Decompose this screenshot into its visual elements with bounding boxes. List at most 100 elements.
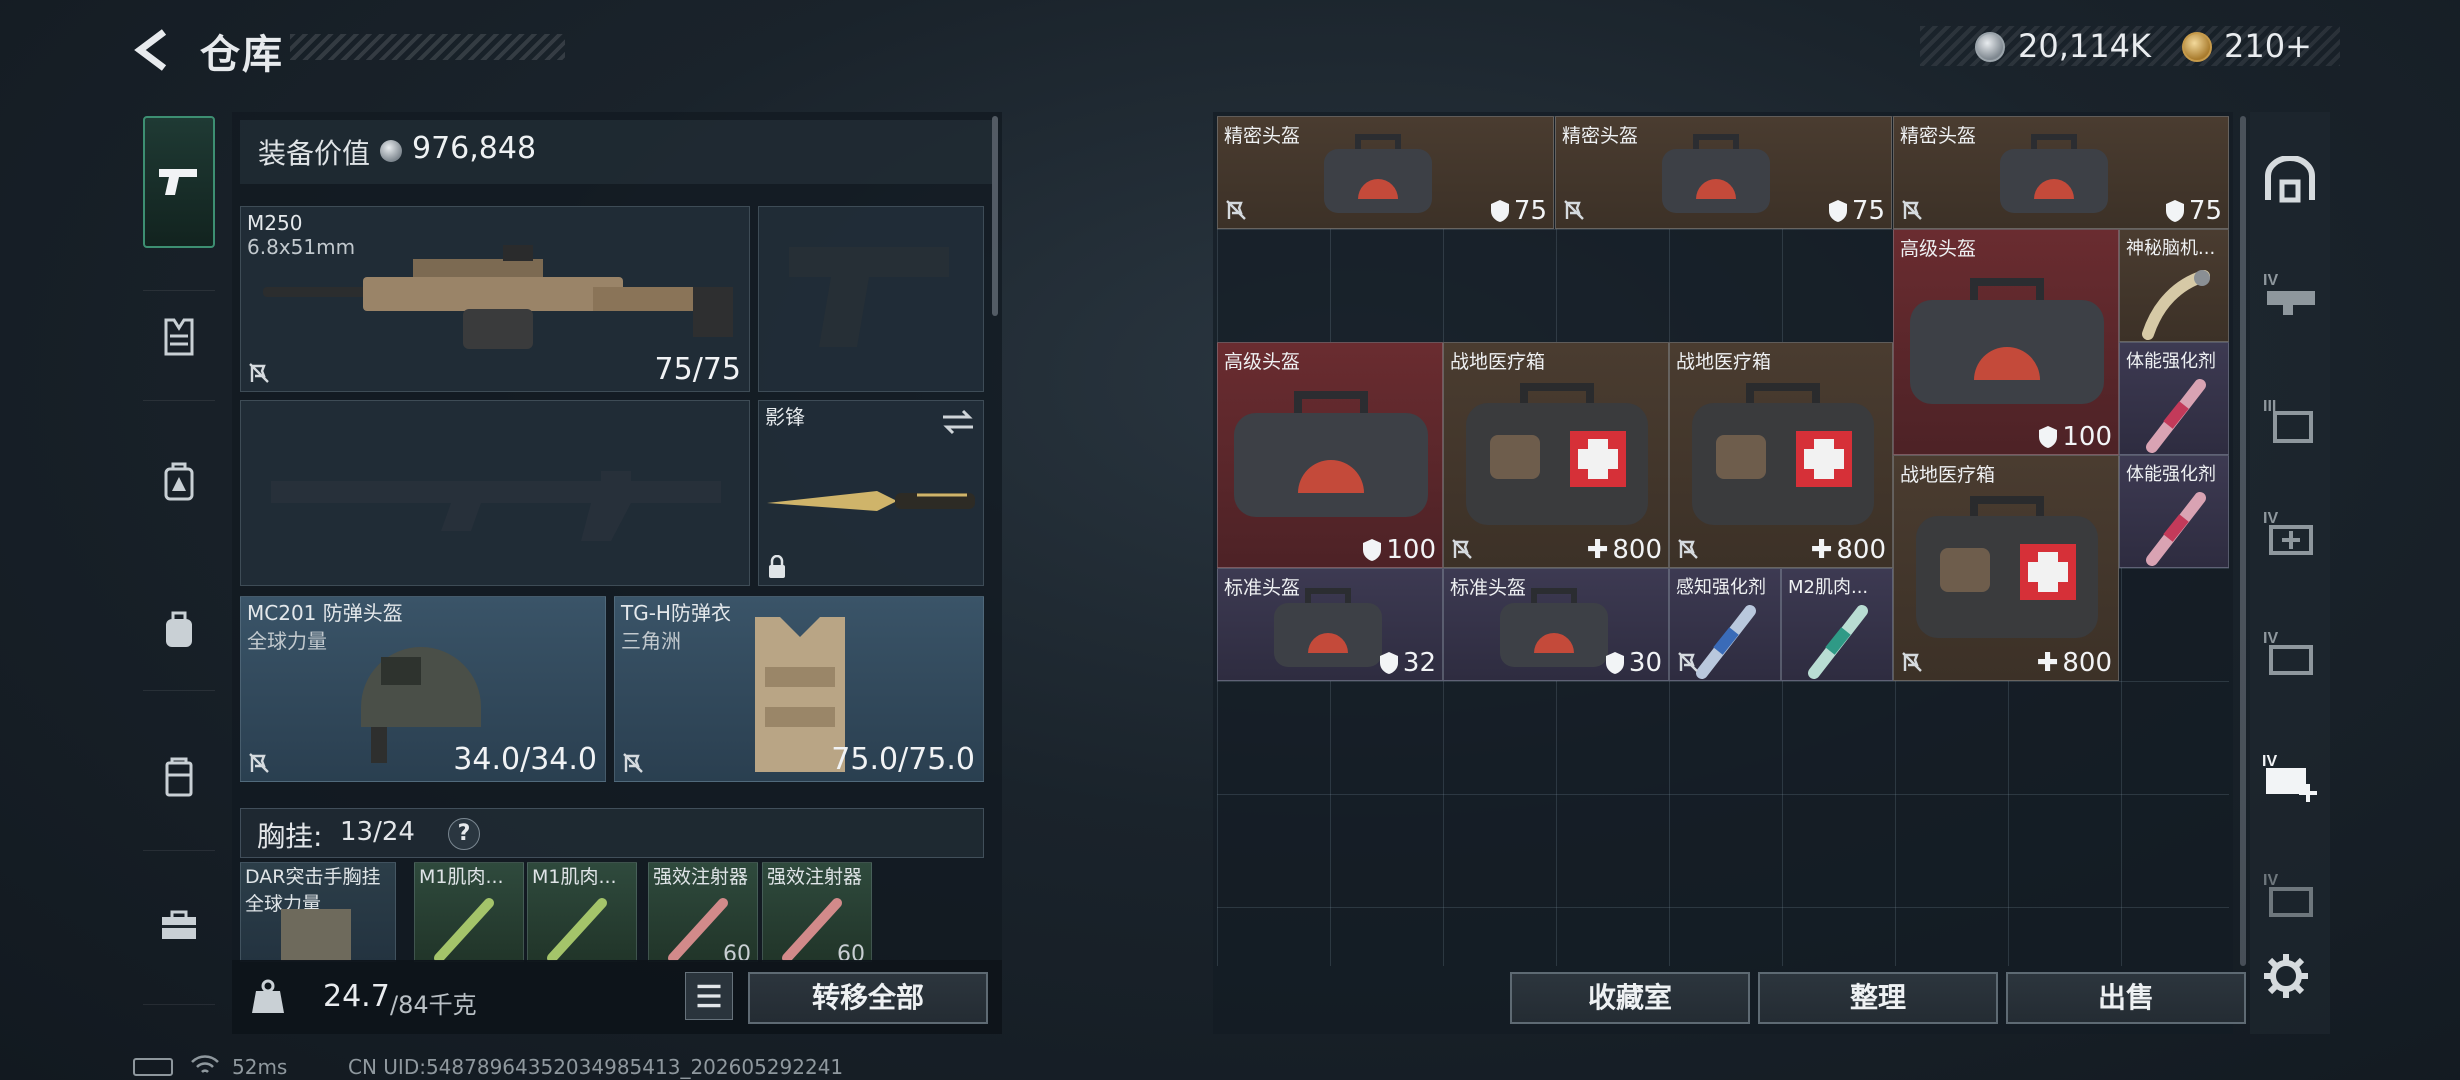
stash-tab-medical[interactable]: IV	[2258, 500, 2322, 564]
iv-heal-icon: IV	[2263, 510, 2313, 555]
stash-item[interactable]: 高级头盔 100	[1217, 342, 1443, 568]
stash-item[interactable]: M2肌肉...	[1781, 568, 1893, 681]
nav-divider	[143, 290, 215, 291]
back-arrow-icon[interactable]	[130, 26, 178, 74]
gold-currency-amount[interactable]: 210+	[2224, 27, 2312, 65]
armor-durability: 75.0/75.0	[831, 742, 975, 777]
stash-item-value: 75	[1490, 196, 1547, 226]
vault-button[interactable]: 收藏室	[1510, 972, 1750, 1024]
nav-chest-rig[interactable]	[143, 296, 215, 378]
medkit-icon	[1692, 383, 1874, 525]
stash-item[interactable]: 战地医疗箱 ✚ 800	[1443, 342, 1669, 568]
stash-item[interactable]: 高级头盔 100	[1893, 229, 2119, 455]
primary-weapon-durability: 75/75	[654, 352, 741, 387]
nav-toolbox[interactable]	[143, 884, 215, 966]
armor-pack-icon	[164, 462, 194, 501]
backpack-icon	[166, 611, 192, 647]
no-insure-icon	[1678, 539, 1698, 559]
stash-item-name: 战地医疗箱	[1676, 351, 1772, 373]
sell-button[interactable]: 出售	[2006, 972, 2246, 1024]
no-insure-icon	[1452, 539, 1472, 559]
swap-icon[interactable]	[941, 409, 975, 435]
stash-tab-ammo[interactable]: IV	[2258, 620, 2322, 684]
chest-item[interactable]: M1肌肉...	[414, 862, 524, 962]
chest-rig-item[interactable]: DAR突击手胸挂 全球力量	[240, 862, 396, 962]
stash-tab-weapons[interactable]: IV	[2258, 262, 2322, 326]
nav-armor[interactable]	[143, 440, 215, 522]
chest-item-count: 60	[837, 942, 865, 962]
stash-item[interactable]: 感知强化剂	[1669, 568, 1781, 681]
stash-item[interactable]: 体能强化剂	[2119, 455, 2229, 568]
shield-icon	[2039, 426, 2058, 448]
helmet-durability: 34.0/34.0	[453, 742, 597, 777]
plus-icon: ✚	[1586, 535, 1609, 565]
syringe-icon	[547, 898, 607, 961]
stash-item[interactable]: 体能强化剂	[2119, 342, 2229, 455]
gear-icon[interactable]	[2262, 952, 2310, 1000]
silver-currency-amount[interactable]: 20,114K	[2018, 27, 2151, 65]
shield-icon	[2165, 200, 2184, 222]
no-insure-icon	[623, 753, 643, 773]
helmet-slot[interactable]: MC201 防弹头盔 全球力量 34.0/34.0	[240, 596, 606, 782]
injector-icon	[1808, 605, 1868, 679]
loadout-scrollbar[interactable]	[992, 116, 998, 316]
chest-item[interactable]: 强效注射器 60	[762, 862, 872, 962]
armor-name: TG-H防弹衣	[621, 601, 731, 625]
melee-slot[interactable]: 影锋	[758, 400, 984, 586]
helmet-case-icon	[1324, 134, 1432, 213]
pistol-slot[interactable]	[758, 206, 984, 392]
help-icon[interactable]: ?	[448, 818, 480, 850]
safebox-icon	[165, 757, 193, 797]
stash-item-name: 高级头盔	[1224, 351, 1301, 373]
sort-button[interactable]: 整理	[1758, 972, 1998, 1024]
stash-item-name: 精密头盔	[1562, 125, 1639, 147]
equip-value-label: 装备价值	[258, 137, 371, 170]
chest-item[interactable]: 强效注射器 60	[648, 862, 758, 962]
chest-item[interactable]: M1肌肉...	[527, 862, 637, 962]
weight-icon	[252, 979, 284, 1013]
no-insure-icon	[249, 753, 269, 773]
stash-item[interactable]: 神秘脑机...	[2119, 229, 2229, 342]
stash-scrollbar[interactable]	[2240, 116, 2246, 966]
stash-item-name: 体能强化剂	[2126, 351, 2216, 372]
nav-weapons[interactable]	[143, 116, 215, 248]
transfer-all-button[interactable]: 转移全部	[748, 972, 988, 1024]
equip-value-amount: 976,848	[412, 131, 537, 166]
chest-rig-icon	[281, 909, 351, 961]
stash-tab-misc[interactable]: IV	[2258, 862, 2322, 926]
stash-tab-main[interactable]	[2258, 148, 2322, 212]
stash-item-value: ✚ 800	[2036, 648, 2112, 678]
machine-gun-icon	[263, 245, 733, 349]
stash-item[interactable]: 精密头盔 75	[1555, 116, 1892, 229]
svg-text:IV: IV	[2263, 272, 2278, 289]
iv-add-icon: IV	[2262, 753, 2317, 802]
stash-item[interactable]: 标准头盔 30	[1443, 568, 1669, 681]
nav-safebox[interactable]	[143, 736, 215, 818]
helmet-case-icon	[1500, 588, 1608, 667]
list-icon[interactable]	[685, 972, 733, 1020]
svg-text:IV: IV	[2263, 872, 2278, 889]
armor-slot[interactable]: TG-H防弹衣 三角洲 75.0/75.0	[614, 596, 984, 782]
stash-item[interactable]: 战地医疗箱 ✚ 800	[1669, 342, 1893, 568]
stash-item-name: 高级头盔	[1900, 238, 1977, 260]
ping-text: 52ms	[232, 1055, 288, 1079]
stash-item-name: M2肌肉...	[1788, 577, 1869, 598]
stash-item[interactable]: 标准头盔 32	[1217, 568, 1443, 681]
stash-item[interactable]: 精密头盔 75	[1217, 116, 1554, 229]
medkit-icon	[1916, 496, 2098, 638]
iv-misc-icon: IV	[2263, 872, 2313, 917]
stash-item[interactable]: 精密头盔 75	[1893, 116, 2229, 229]
stash-tab-armor[interactable]: III	[2258, 388, 2322, 452]
page-title: 仓库	[200, 32, 284, 78]
gold-coin-icon	[2182, 32, 2212, 62]
stash-item-name: 精密头盔	[1900, 125, 1977, 147]
stash-item[interactable]: 战地医疗箱 ✚ 800	[1893, 455, 2119, 681]
secondary-weapon-slot[interactable]	[240, 400, 750, 586]
stash-item-value: 32	[1379, 648, 1436, 678]
nav-backpack[interactable]	[143, 588, 215, 670]
chest-item-name: 强效注射器	[653, 866, 749, 888]
primary-weapon-slot[interactable]: M250 6.8x51mm 75/75	[240, 206, 750, 392]
lock-icon	[769, 555, 785, 578]
stash-item-value: 75	[1828, 196, 1885, 226]
stash-tab-add-active[interactable]: IV	[2258, 744, 2322, 808]
